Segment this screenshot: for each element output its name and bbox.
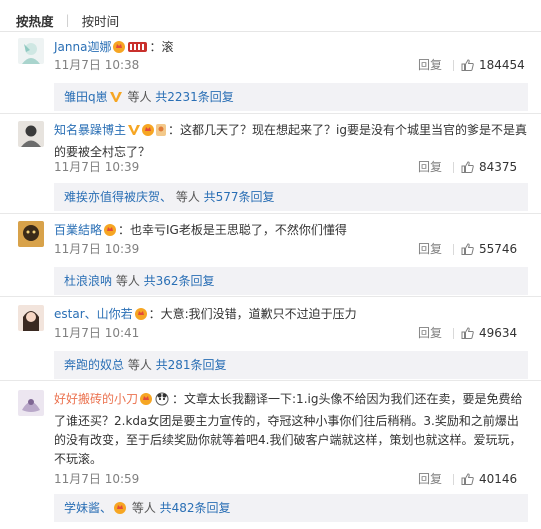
comment-username[interactable]: 百業結略 (54, 223, 102, 237)
reply-button[interactable]: 回复 (418, 325, 442, 341)
comment-username[interactable]: estar、山你若 (54, 307, 133, 321)
sub-reply-username[interactable]: 学妹酱、 (64, 501, 112, 515)
sort-separator: | (65, 13, 70, 27)
comment-divider (0, 380, 541, 381)
thumbs-up-icon (461, 243, 474, 255)
view-replies-link[interactable]: 共281条回复 (156, 358, 227, 372)
comment-divider (0, 296, 541, 297)
like-count: 49634 (479, 326, 518, 340)
comment-date: 11月7日 10:38 (54, 58, 140, 72)
user-badges (139, 392, 171, 412)
action-separator (453, 244, 454, 255)
action-separator (453, 474, 454, 485)
user-badges (113, 497, 127, 525)
view-replies-link[interactable]: 共362条回复 (144, 274, 215, 288)
user-badges (127, 123, 167, 143)
action-separator (453, 328, 454, 339)
comment-text: ：大意:我们没错，道歉只不过迫于压力 (148, 307, 357, 321)
avatar[interactable] (18, 390, 44, 416)
avatar[interactable] (18, 305, 44, 331)
thumbs-up-icon (461, 161, 474, 173)
reply-button[interactable]: 回复 (418, 241, 442, 257)
sub-replies-box: 奔跑的奴总 等人 共281条回复 (54, 351, 528, 379)
like-button[interactable]: 49634 (461, 325, 517, 341)
view-replies-link[interactable]: 共577条回复 (204, 190, 275, 204)
reply-button[interactable]: 回复 (418, 159, 442, 175)
like-button[interactable]: 40146 (461, 471, 517, 487)
verified-v-icon (109, 92, 122, 102)
avatar[interactable] (18, 221, 44, 247)
like-button[interactable]: 55746 (461, 241, 517, 257)
like-count: 55746 (479, 242, 518, 256)
sub-reply-username[interactable]: 奔跑的奴总 (64, 358, 124, 372)
comment-username[interactable]: Janna迦娜 (54, 40, 111, 54)
sub-reply-connector: 等人 (128, 501, 160, 515)
sub-replies-box: 杜浪浪呐 等人 共362条回复 (54, 267, 528, 295)
sub-replies-box: 雏田q崽 等人 共2231条回复 (54, 83, 528, 111)
sub-reply-username[interactable]: 杜浪浪呐 (64, 274, 112, 288)
reply-button[interactable]: 回复 (418, 57, 442, 73)
sort-bar: 按热度 | 按时间 (16, 11, 119, 29)
like-count: 184454 (479, 58, 525, 72)
comment-divider (0, 113, 541, 114)
sub-replies-box: 学妹酱、 等人 共482条回复 (54, 494, 528, 522)
comment-text: ：也幸亏IG老板是王思聪了，不然你们懂得 (118, 223, 347, 237)
comment-text: ：滚 (149, 40, 174, 54)
thumbs-up-icon (461, 327, 474, 339)
user-badges (103, 223, 117, 243)
view-replies-link[interactable]: 共2231条回复 (155, 90, 234, 104)
reply-button[interactable]: 回复 (418, 471, 442, 487)
comment-date: 11月7日 10:59 (54, 472, 140, 486)
action-separator (453, 60, 454, 71)
action-separator (453, 162, 454, 173)
like-button[interactable]: 84375 (461, 159, 517, 175)
view-replies-link[interactable]: 共482条回复 (160, 501, 231, 515)
avatar[interactable] (18, 38, 44, 64)
sub-reply-connector: 等人 (112, 274, 144, 288)
comment-username[interactable]: 好好搬砖的小刀 (54, 392, 138, 406)
user-badges (134, 307, 148, 327)
like-button[interactable]: 184454 (461, 57, 525, 73)
comment-username[interactable]: 知名暴躁博主 (54, 123, 126, 137)
sub-reply-connector: 等人 (172, 190, 204, 204)
sub-reply-username[interactable]: 雏田q崽 (64, 90, 108, 104)
comment-date: 11月7日 10:39 (54, 160, 140, 174)
avatar[interactable] (18, 121, 44, 147)
comment-divider (0, 213, 541, 214)
sub-reply-connector: 等人 (124, 358, 156, 372)
sort-by-time-tab[interactable]: 按时间 (82, 11, 120, 30)
thumbs-up-icon (461, 59, 474, 71)
comment-date: 11月7日 10:41 (54, 326, 140, 340)
sort-by-hot-tab[interactable]: 按热度 (16, 11, 54, 30)
like-count: 84375 (479, 160, 518, 174)
comment-date: 11月7日 10:39 (54, 242, 140, 256)
sub-replies-box: 难挨亦值得被庆贺、 等人 共577条回复 (54, 183, 528, 211)
sort-bar-divider (0, 31, 541, 32)
sub-reply-connector: 等人 (123, 90, 156, 104)
user-badges (109, 86, 123, 114)
sub-reply-username[interactable]: 难挨亦值得被庆贺、 (64, 190, 172, 204)
verified-v-icon (128, 125, 141, 135)
like-count: 40146 (479, 472, 518, 486)
thumbs-up-icon (461, 473, 474, 485)
